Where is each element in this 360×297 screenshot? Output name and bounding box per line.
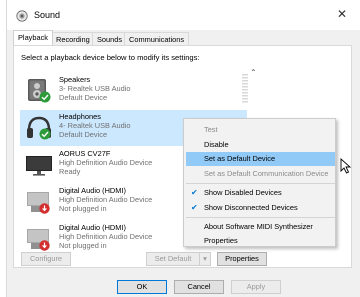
not-plugged-icon <box>39 203 50 214</box>
menu-item-test[interactable]: Test <box>186 123 335 137</box>
tab-recording[interactable]: Recording <box>51 32 95 45</box>
speaker-icon <box>16 10 28 22</box>
menu-item-properties[interactable]: Properties <box>186 234 335 248</box>
default-check-icon <box>39 128 51 140</box>
tab-communications[interactable]: Communications <box>124 32 190 45</box>
cancel-button[interactable]: Cancel <box>174 280 224 294</box>
menu-item-about-midi[interactable]: About Software MIDI Synthesizer <box>186 220 335 234</box>
chevron-up-icon[interactable]: ⌃ <box>250 68 257 77</box>
title-bar: Sound ✕ <box>7 0 360 30</box>
instruction-text: Select a playback device below to modify… <box>21 53 200 62</box>
checkmark-icon: ✔ <box>191 188 198 197</box>
device-status: Not plugged in <box>59 240 107 250</box>
apply-button[interactable]: Apply <box>231 280 281 294</box>
configure-button[interactable]: Configure <box>21 252 71 266</box>
tab-sounds[interactable]: Sounds <box>92 32 128 45</box>
mouse-cursor-icon <box>340 158 352 174</box>
device-status: Default Device <box>59 129 108 139</box>
menu-item-show-disabled[interactable]: ✔ Show Disabled Devices <box>186 186 335 200</box>
monitor-icon <box>26 156 52 176</box>
close-icon[interactable]: ✕ <box>337 7 347 21</box>
menu-separator <box>186 183 335 184</box>
menu-item-show-disconnected[interactable]: ✔ Show Disconnected Devices <box>186 201 335 215</box>
list-item[interactable]: Speakers 3- Realtek USB Audio Default De… <box>20 73 251 109</box>
menu-item-set-default-device[interactable]: Set as Default Device <box>186 152 335 166</box>
ok-button[interactable]: OK <box>117 280 167 294</box>
checkmark-icon: ✔ <box>191 203 198 212</box>
default-check-icon <box>39 91 51 103</box>
set-default-dropdown-button[interactable]: ▾ <box>199 252 211 266</box>
properties-button[interactable]: Properties <box>217 252 267 266</box>
tab-playback[interactable]: Playback <box>13 30 53 45</box>
set-default-button[interactable]: Set Default <box>146 252 200 266</box>
menu-item-label: Show Disabled Devices <box>204 188 282 197</box>
menu-item-label: Show Disconnected Devices <box>204 203 298 212</box>
context-menu: Test Disable Set as Default Device Set a… <box>183 118 336 247</box>
menu-separator <box>186 217 335 218</box>
menu-item-disable[interactable]: Disable <box>186 138 335 152</box>
device-status: Not plugged in <box>59 203 107 213</box>
device-status: Ready <box>59 166 81 176</box>
device-status: Default Device <box>59 92 108 102</box>
not-plugged-icon <box>39 240 50 251</box>
window-title: Sound <box>34 10 61 20</box>
menu-item-set-default-communication[interactable]: Set as Default Communication Device <box>186 167 335 181</box>
